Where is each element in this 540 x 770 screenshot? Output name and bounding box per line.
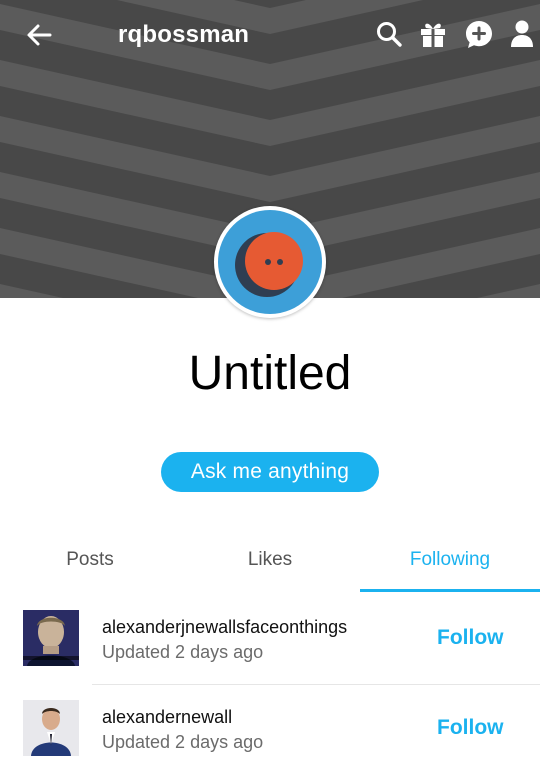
list-item[interactable]: alexandernewall Updated 2 days ago Follo… xyxy=(0,684,540,770)
search-button[interactable] xyxy=(372,17,406,51)
message-button[interactable] xyxy=(462,17,496,51)
blog-name-label[interactable]: alexanderjnewallsfaceonthings xyxy=(102,616,347,638)
profile-tabs: Posts Likes Following xyxy=(0,530,540,592)
following-list: alexanderjnewallsfaceonthings Updated 2 … xyxy=(0,594,540,770)
follow-button[interactable]: Follow xyxy=(437,714,504,742)
blog-avatar[interactable] xyxy=(214,206,326,318)
blog-title: Untitled xyxy=(188,347,352,400)
follow-button[interactable]: Follow xyxy=(437,624,504,652)
orange-face-avatar-icon xyxy=(218,210,322,314)
avatar[interactable] xyxy=(23,610,79,666)
ask-me-anything-button[interactable]: Ask me anything xyxy=(161,452,379,492)
blog-profile-page: rqbossman Untitled Ask me anything Posts… xyxy=(0,0,540,770)
tab-following[interactable]: Following xyxy=(360,530,540,592)
blog-name[interactable]: rqbossman xyxy=(118,20,249,50)
search-icon xyxy=(377,22,402,47)
updated-time: Updated 2 days ago xyxy=(102,732,264,752)
blog-avatar-thumbnail xyxy=(23,610,79,666)
gift-button[interactable] xyxy=(416,17,450,51)
account-button[interactable] xyxy=(505,17,539,51)
updated-time: Updated 2 days ago xyxy=(102,642,264,662)
blog-name-label[interactable]: alexandernewall xyxy=(102,706,232,728)
avatar[interactable] xyxy=(23,700,79,756)
back-button[interactable] xyxy=(22,18,56,52)
arrow-left-icon xyxy=(27,24,52,46)
tab-posts[interactable]: Posts xyxy=(0,530,180,592)
compose-message-icon xyxy=(466,21,492,48)
tab-likes[interactable]: Likes xyxy=(180,530,360,592)
blog-avatar-thumbnail xyxy=(23,700,79,756)
account-icon xyxy=(511,20,533,47)
gift-icon xyxy=(421,23,445,47)
top-bar: rqbossman xyxy=(0,0,540,70)
list-item[interactable]: alexanderjnewallsfaceonthings Updated 2 … xyxy=(0,594,540,684)
